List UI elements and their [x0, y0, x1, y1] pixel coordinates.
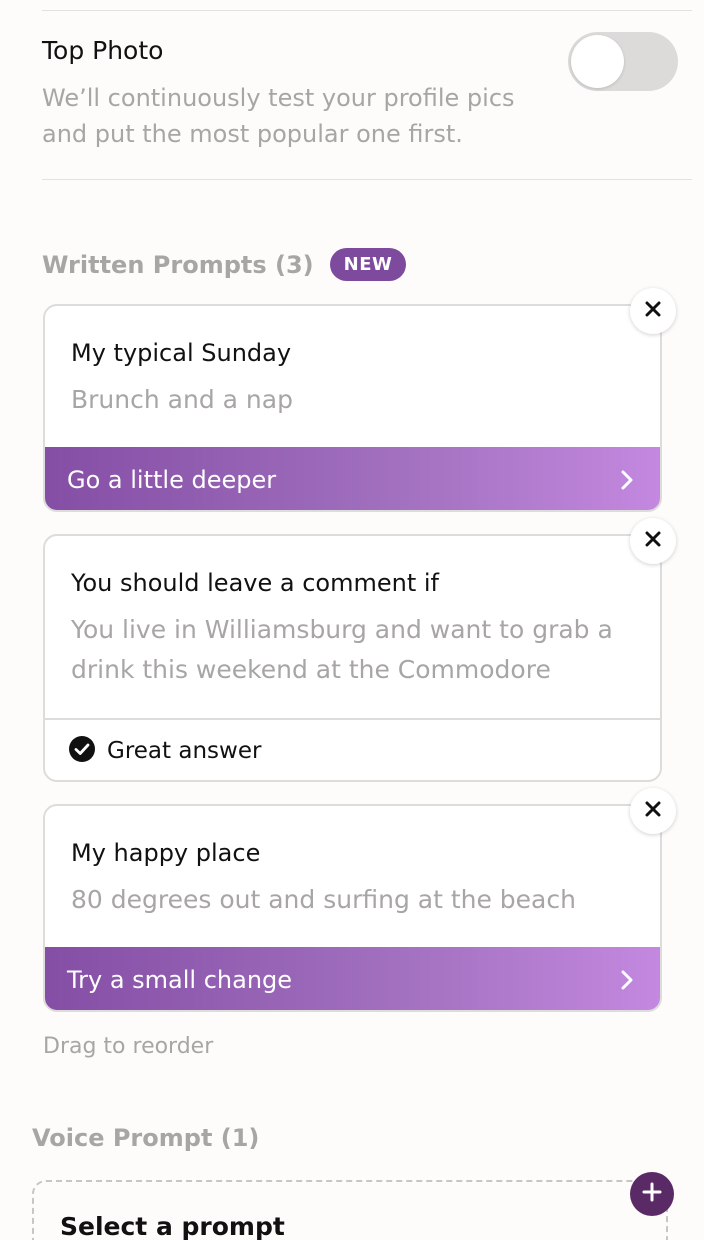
top-photo-title: Top Photo [42, 36, 164, 65]
check-circle-icon [69, 736, 95, 766]
remove-prompt-button[interactable] [630, 288, 676, 334]
divider [42, 179, 692, 180]
new-badge: NEW [329, 248, 407, 281]
prompt-card[interactable]: My happy place 80 degrees out and surfin… [43, 804, 662, 1012]
select-prompt-label[interactable]: Select a prompt [60, 1212, 285, 1240]
plus-icon [642, 1182, 662, 1206]
prompt-question: You should leave a comment if [71, 569, 439, 597]
chevron-right-icon [616, 469, 638, 491]
written-prompts-header: Written Prompts (3) NEW [42, 248, 407, 281]
prompt-answer: 80 degrees out and surfing at the beach [71, 885, 576, 914]
prompt-answer: Brunch and a nap [71, 385, 293, 414]
prompt-answer: You live in Williamsburg and want to gra… [71, 615, 613, 684]
voice-prompt-label: Voice Prompt (1) [32, 1124, 260, 1152]
written-prompts-label: Written Prompts (3) [42, 250, 314, 279]
toggle-knob [571, 35, 624, 88]
remove-prompt-button[interactable] [630, 788, 676, 834]
profile-edit-page: Top Photo We’ll continuously test your p… [0, 0, 704, 1240]
cta-label: Try a small change [67, 965, 293, 994]
great-answer-row: Great answer [45, 718, 660, 780]
go-deeper-button[interactable]: Go a little deeper [45, 447, 660, 510]
prompt-question: My happy place [71, 839, 261, 867]
prompt-question: My typical Sunday [71, 339, 292, 367]
close-icon [645, 801, 661, 821]
top-photo-description: We’ll continuously test your profile pic… [42, 84, 515, 148]
drag-to-reorder-hint: Drag to reorder [43, 1034, 214, 1059]
cta-label: Go a little deeper [67, 465, 277, 494]
close-icon [645, 531, 661, 551]
small-change-button[interactable]: Try a small change [45, 947, 660, 1010]
prompt-card[interactable]: My typical Sunday Brunch and a nap Go a … [43, 304, 662, 512]
divider [42, 10, 692, 11]
top-photo-toggle[interactable] [568, 32, 678, 91]
great-answer-label: Great answer [107, 738, 262, 764]
remove-prompt-button[interactable] [630, 518, 676, 564]
chevron-right-icon [616, 969, 638, 991]
add-voice-prompt-button[interactable] [630, 1172, 674, 1216]
prompt-card[interactable]: You should leave a comment if You live i… [43, 534, 662, 782]
close-icon [645, 301, 661, 321]
